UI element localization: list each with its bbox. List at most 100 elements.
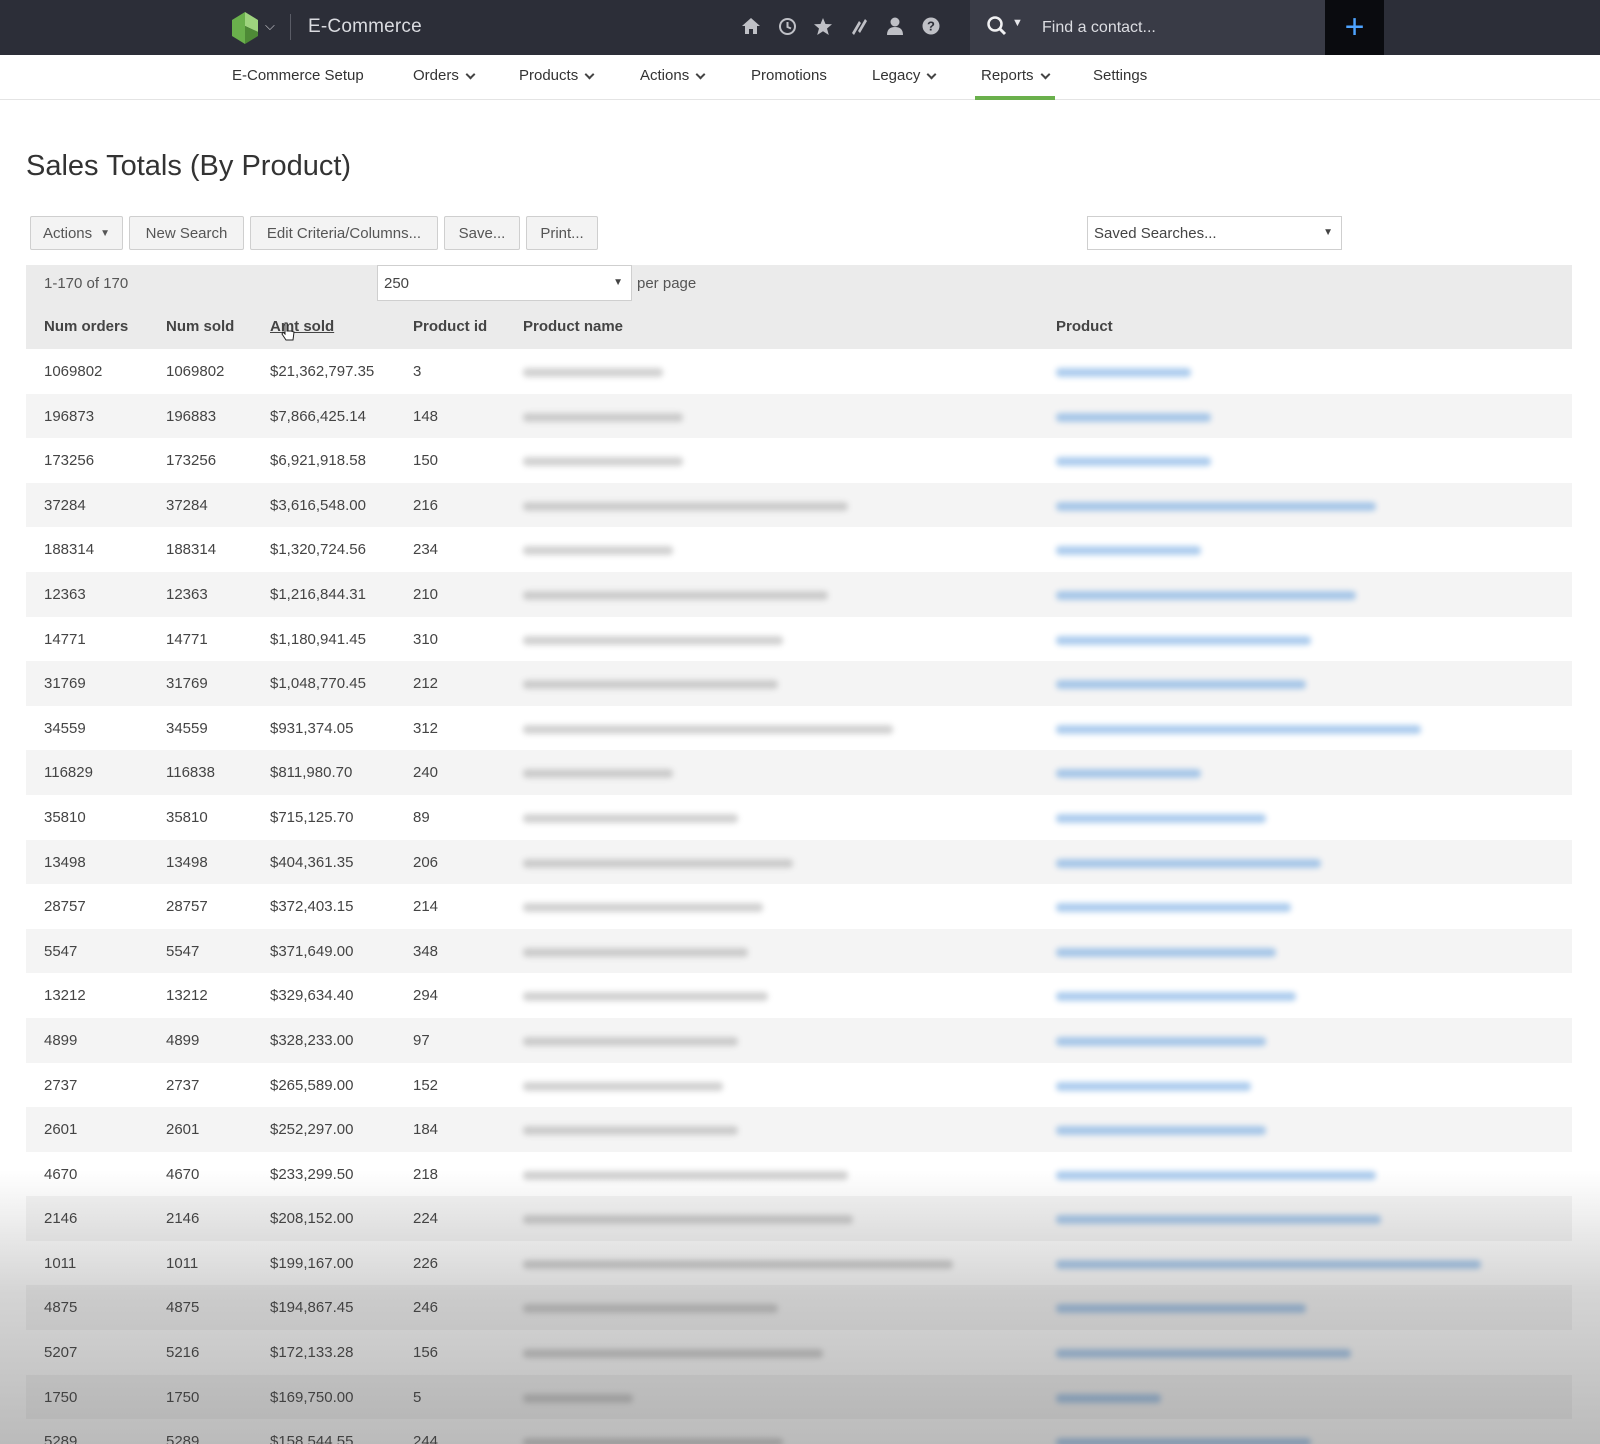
help-icon[interactable]: ? <box>920 13 942 39</box>
table-row[interactable]: 4875 4875 $194,867.45 246 <box>26 1285 1572 1331</box>
num-orders-cell: 28757 <box>44 898 86 916</box>
product-link-redacted[interactable] <box>1056 858 1321 868</box>
nav-orders[interactable]: Orders <box>413 67 476 100</box>
product-link-redacted[interactable] <box>1056 813 1266 823</box>
column-header-num-orders[interactable]: Num orders <box>44 318 128 335</box>
app-switcher-chevron-icon[interactable]: ⌵ <box>265 18 275 34</box>
nav-legacy[interactable]: Legacy <box>872 67 937 100</box>
product-link-redacted[interactable] <box>1056 1215 1381 1225</box>
amt-sold-cell: $1,320,724.56 <box>270 541 366 559</box>
table-row[interactable]: 116829 116838 $811,980.70 240 <box>26 750 1572 795</box>
product-link-redacted[interactable] <box>1056 412 1211 422</box>
column-header-amt-sold[interactable]: Amt sold <box>270 318 334 335</box>
product-link-redacted[interactable] <box>1056 680 1306 690</box>
home-icon[interactable] <box>740 13 762 39</box>
product-link-redacted[interactable] <box>1056 992 1296 1002</box>
amt-sold-cell: $404,361.35 <box>270 853 354 871</box>
product-link-redacted[interactable] <box>1056 1259 1481 1269</box>
app-logo-icon[interactable] <box>232 10 258 44</box>
table-row[interactable]: 5207 5216 $172,133.28 156 <box>26 1330 1572 1375</box>
quick-add-button[interactable]: + <box>1325 0 1384 55</box>
column-header-num-sold[interactable]: Num sold <box>166 318 234 335</box>
table-row[interactable]: 34559 34559 $931,374.05 312 <box>26 706 1572 751</box>
new-search-button[interactable]: New Search <box>129 216 244 250</box>
contact-search: ▼ <box>970 0 1325 55</box>
nav-promotions[interactable]: Promotions <box>751 67 827 100</box>
saved-searches-select[interactable]: Saved Searches... ▼ <box>1087 216 1342 250</box>
table-row[interactable]: 28757 28757 $372,403.15 214 <box>26 884 1572 929</box>
search-icon[interactable] <box>986 15 1008 37</box>
product-link-redacted[interactable] <box>1056 1126 1266 1136</box>
table-row[interactable]: 5547 5547 $371,649.00 348 <box>26 928 1572 974</box>
nav-ecommerce-setup[interactable]: E-Commerce Setup <box>232 67 364 100</box>
product-link-redacted[interactable] <box>1056 1438 1311 1444</box>
table-row[interactable]: 1069802 1069802 $21,362,797.35 3 <box>26 349 1572 394</box>
column-header-product-name[interactable]: Product name <box>523 318 623 335</box>
product-link-redacted[interactable] <box>1056 1393 1161 1403</box>
product-link-redacted[interactable] <box>1056 635 1311 645</box>
tools-icon[interactable] <box>848 13 870 39</box>
table-row[interactable]: 13498 13498 $404,361.35 206 <box>26 839 1572 885</box>
num-sold-cell: 13498 <box>166 853 208 871</box>
product-link-redacted[interactable] <box>1056 769 1201 779</box>
print-button[interactable]: Print... <box>526 216 598 250</box>
table-row[interactable]: 12363 12363 $1,216,844.31 210 <box>26 571 1572 617</box>
nav-reports[interactable]: Reports <box>975 67 1055 100</box>
product-link-redacted[interactable] <box>1056 546 1201 556</box>
nav-label: Products <box>519 67 579 84</box>
table-row[interactable]: 2146 2146 $208,152.00 224 <box>26 1196 1572 1241</box>
product-name-cell-redacted <box>523 769 673 779</box>
table-row[interactable]: 31769 31769 $1,048,770.45 212 <box>26 661 1572 706</box>
actions-button[interactable]: Actions ▼ <box>30 216 123 250</box>
product-id-cell: 214 <box>413 898 439 916</box>
product-link-redacted[interactable] <box>1056 590 1356 600</box>
num-sold-cell: 1011 <box>166 1254 199 1272</box>
table-row[interactable]: 196873 196883 $7,866,425.14 148 <box>26 393 1572 439</box>
chevron-down-icon: ▼ <box>1323 227 1333 238</box>
num-sold-cell: 28757 <box>166 898 208 916</box>
nav-settings[interactable]: Settings <box>1093 67 1147 100</box>
mouse-cursor-icon <box>281 322 295 341</box>
edit-criteria-button[interactable]: Edit Criteria/Columns... <box>250 216 438 250</box>
star-icon[interactable] <box>812 13 834 39</box>
product-link-redacted[interactable] <box>1056 947 1276 957</box>
table-row[interactable]: 37284 37284 $3,616,548.00 216 <box>26 482 1572 528</box>
product-link-redacted[interactable] <box>1056 457 1211 467</box>
table-row[interactable]: 13212 13212 $329,634.40 294 <box>26 973 1572 1018</box>
clock-icon[interactable] <box>776 13 798 39</box>
product-link-redacted[interactable] <box>1056 903 1291 913</box>
table-row[interactable]: 2737 2737 $265,589.00 152 <box>26 1063 1572 1108</box>
top-bar: ⌵ E-Commerce ? ▼ + <box>0 0 1600 55</box>
product-link-redacted[interactable] <box>1056 1036 1266 1046</box>
product-link-redacted[interactable] <box>1056 1081 1251 1091</box>
product-link-redacted[interactable] <box>1056 368 1191 377</box>
contact-search-input[interactable] <box>1042 15 1302 41</box>
table-row[interactable]: 5289 5289 $158,544.55 244 <box>26 1419 1572 1444</box>
product-link-redacted[interactable] <box>1056 724 1421 734</box>
nav-products[interactable]: Products <box>519 67 595 100</box>
user-icon[interactable] <box>884 13 906 39</box>
table-row[interactable]: 1750 1750 $169,750.00 5 <box>26 1374 1572 1420</box>
column-header-product-id[interactable]: Product id <box>413 318 487 335</box>
product-link-redacted[interactable] <box>1056 501 1376 511</box>
table-row[interactable]: 4670 4670 $233,299.50 218 <box>26 1152 1572 1197</box>
product-link-redacted[interactable] <box>1056 1170 1376 1180</box>
app-name[interactable]: E-Commerce <box>308 16 422 38</box>
save-button[interactable]: Save... <box>444 216 520 250</box>
table-row[interactable]: 14771 14771 $1,180,941.45 310 <box>26 617 1572 662</box>
table-row[interactable]: 2601 2601 $252,297.00 184 <box>26 1107 1572 1152</box>
per-page-select[interactable]: 250 ▼ <box>377 265 632 301</box>
results-panel: 1-170 of 170 250 ▼ per page Num orders Nu… <box>26 265 1572 1444</box>
product-link-redacted[interactable] <box>1056 1349 1351 1359</box>
table-row[interactable]: 35810 35810 $715,125.70 89 <box>26 795 1572 840</box>
table-row[interactable]: 4899 4899 $328,233.00 97 <box>26 1017 1572 1063</box>
num-orders-cell: 1750 <box>44 1388 78 1406</box>
search-type-dropdown-icon[interactable]: ▼ <box>1012 17 1023 29</box>
column-header-product[interactable]: Product <box>1056 318 1113 335</box>
product-id-cell: 206 <box>413 853 439 871</box>
nav-actions[interactable]: Actions <box>640 67 706 100</box>
table-row[interactable]: 188314 188314 $1,320,724.56 234 <box>26 527 1572 572</box>
product-link-redacted[interactable] <box>1056 1304 1306 1314</box>
table-row[interactable]: 173256 173256 $6,921,918.58 150 <box>26 438 1572 483</box>
table-row[interactable]: 1011 1011 $199,167.00 226 <box>26 1241 1572 1286</box>
